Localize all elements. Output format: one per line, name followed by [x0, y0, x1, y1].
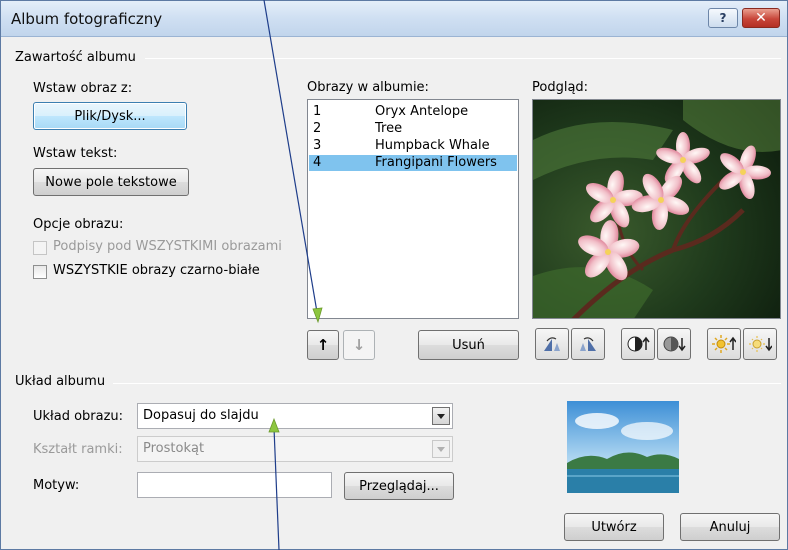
album-layout-section-title: Układ albumu	[15, 374, 106, 389]
remove-button-label: Usuń	[452, 337, 485, 353]
frame-shape-select[interactable]: Prostokąt	[137, 436, 453, 462]
album-content-separator	[145, 58, 781, 59]
rotate-left-button[interactable]	[535, 328, 569, 360]
bw-checkbox-label: WSZYSTKIE obrazy czarno-białe	[53, 263, 260, 278]
captions-checkbox-label: Podpisy pod WSZYSTKIMI obrazami	[53, 239, 282, 254]
album-content-section-title: Zawartość albumu	[15, 50, 136, 65]
brightness-up-button[interactable]	[707, 328, 741, 360]
brightness-down-icon	[749, 336, 772, 352]
remove-button[interactable]: Usuń	[418, 330, 519, 360]
list-item[interactable]: 2 Tree	[309, 121, 517, 137]
pictures-listbox[interactable]: 1 Oryx Antelope 2 Tree 3 Humpback Whale …	[307, 99, 519, 319]
frame-shape-value: Prostokąt	[143, 441, 205, 456]
arrow-up-icon: ↑	[316, 336, 330, 354]
captions-checkbox[interactable]	[33, 241, 47, 255]
move-down-button[interactable]: ↓	[343, 330, 375, 360]
contrast-up-icon	[627, 336, 650, 352]
rotate-right-button[interactable]	[571, 328, 605, 360]
close-button[interactable]: ✕	[742, 8, 780, 28]
theme-input[interactable]	[137, 472, 332, 498]
preview-image	[532, 99, 781, 319]
list-item[interactable]: 3 Humpback Whale	[309, 138, 517, 154]
rotate-left-icon	[544, 337, 560, 351]
brightness-up-icon	[712, 335, 736, 353]
chevron-down-icon[interactable]	[432, 407, 450, 425]
new-textbox-button[interactable]: Nowe pole tekstowe	[33, 168, 189, 196]
close-icon: ✕	[755, 10, 767, 26]
browse-button-label: Przeglądaj...	[359, 478, 439, 494]
contrast-up-button[interactable]	[621, 328, 655, 360]
picture-options-label: Opcje obrazu:	[33, 217, 124, 232]
window-title: Album fotograficzny	[11, 10, 163, 28]
photo-album-dialog: Album fotograficzny ? ✕ Zawartość albumu…	[0, 0, 788, 550]
rotate-right-icon	[580, 337, 596, 351]
help-icon: ?	[719, 11, 727, 25]
picture-layout-label: Układ obrazu:	[33, 409, 124, 424]
insert-text-label: Wstaw tekst:	[33, 146, 118, 161]
browse-button[interactable]: Przeglądaj...	[344, 472, 454, 500]
contrast-down-icon	[663, 336, 686, 352]
album-layout-separator	[113, 383, 781, 384]
cancel-button[interactable]: Anuluj	[680, 513, 780, 541]
pictures-in-album-label: Obrazy w albumie:	[307, 80, 429, 95]
landscape-thumbnail-image	[567, 401, 679, 493]
new-textbox-button-label: Nowe pole tekstowe	[45, 174, 177, 190]
arrow-down-icon: ↓	[352, 336, 366, 354]
theme-label: Motyw:	[33, 478, 80, 493]
bw-checkbox[interactable]	[33, 265, 47, 279]
list-item-selected[interactable]: 4 Frangipani Flowers	[309, 155, 517, 171]
layout-preview-thumbnail	[567, 401, 679, 493]
chevron-down-icon[interactable]	[432, 440, 450, 458]
insert-picture-label: Wstaw obraz z:	[33, 81, 133, 96]
help-button[interactable]: ?	[708, 8, 738, 28]
brightness-down-button[interactable]	[743, 328, 777, 360]
file-disk-button[interactable]: Plik/Dysk...	[33, 102, 187, 130]
picture-layout-select[interactable]: Dopasuj do slajdu	[137, 403, 453, 429]
frame-shape-label: Kształt ramki:	[33, 442, 123, 457]
create-button[interactable]: Utwórz	[564, 513, 664, 541]
frangipani-preview-image	[533, 100, 780, 318]
contrast-down-button[interactable]	[657, 328, 691, 360]
move-up-button[interactable]: ↑	[307, 330, 339, 360]
cancel-button-label: Anuluj	[709, 519, 751, 535]
list-item[interactable]: 1 Oryx Antelope	[309, 104, 517, 120]
file-disk-button-label: Plik/Dysk...	[74, 108, 146, 124]
picture-layout-value: Dopasuj do slajdu	[143, 408, 259, 423]
preview-label: Podgląd:	[532, 80, 589, 95]
title-bar[interactable]: Album fotograficzny ? ✕	[1, 1, 787, 37]
create-button-label: Utwórz	[591, 519, 637, 535]
